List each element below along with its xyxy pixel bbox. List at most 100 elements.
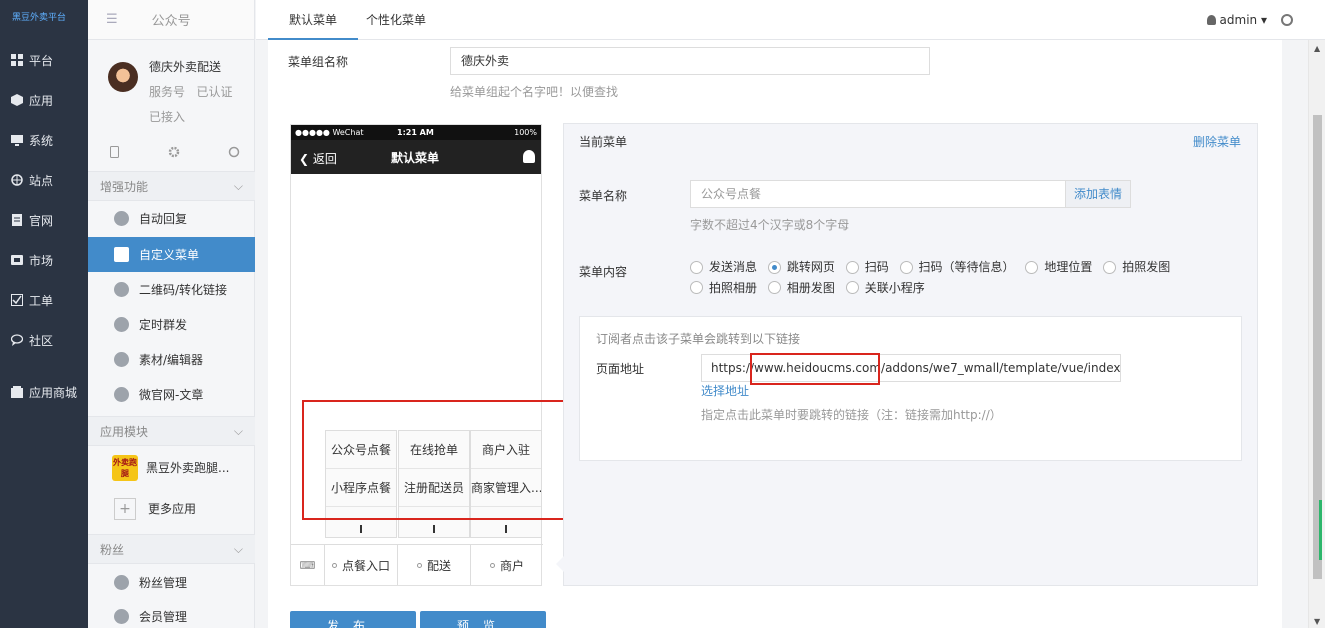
scroll-down-icon[interactable]: ▼: [1314, 617, 1320, 626]
scroll-up-icon[interactable]: ▲: [1314, 44, 1320, 53]
radio-label: 地理位置: [1044, 260, 1093, 274]
radio-label: 扫码（等待信息）: [918, 260, 1015, 274]
radio-circle: [767, 260, 781, 274]
delete-menu-link[interactable]: 删除菜单: [1193, 133, 1241, 150]
user-icon: [523, 150, 535, 163]
radio-jump-webpage[interactable]: 跳转网页: [767, 258, 835, 276]
sidebar-item-app-module[interactable]: 外卖跑腿 黑豆外卖跑腿...: [88, 450, 255, 485]
sidebar-item-label: 粉丝管理: [139, 576, 188, 590]
tab-personalized-menu[interactable]: 个性化菜单: [366, 0, 426, 40]
top-bar: 默认菜单 个性化菜单 admin ▾: [256, 0, 1325, 40]
sidebar-item-fans[interactable]: 粉丝管理: [88, 565, 255, 600]
nav-item-website[interactable]: 官网: [0, 200, 88, 240]
url-hint: 指定点击此菜单时要跳转的链接（注：链接需加http://）: [701, 408, 1002, 422]
nav-label: 站点: [29, 173, 54, 188]
section-modules[interactable]: 应用模块 ⌵: [88, 416, 255, 446]
current-menu-label: 当前菜单: [579, 135, 628, 149]
collapse-menu-icon[interactable]: ☰: [106, 12, 118, 27]
radio-scan-wait[interactable]: 扫码（等待信息）: [899, 258, 1015, 276]
edit-icon: [114, 352, 129, 367]
sidebar-item-scheduled-send[interactable]: 定时群发: [88, 307, 255, 342]
radio-circle: [1103, 260, 1117, 274]
section-fans[interactable]: 粉丝 ⌵: [88, 534, 255, 564]
nav-label: 应用商城: [29, 385, 78, 400]
menu-editor-panel: 当前菜单 删除菜单 菜单名称 公众号点餐 添加表情 字数不超过4个汉字或8个字母…: [556, 123, 1258, 586]
dot-icon: [416, 562, 422, 568]
user-icon: [1206, 15, 1216, 25]
group-name-input[interactable]: 德庆外卖: [450, 47, 930, 75]
sidebar-item-custom-menu[interactable]: 自定义菜单: [88, 237, 255, 272]
nav-item-platform[interactable]: 平台: [0, 40, 88, 80]
radio-send-message[interactable]: 发送消息: [690, 258, 757, 276]
sidebar-item-label: 自定义菜单: [139, 248, 200, 262]
check-square-icon: [11, 294, 23, 306]
radio-scan[interactable]: 扫码: [845, 258, 889, 276]
user-menu[interactable]: admin ▾: [1206, 13, 1267, 27]
keyboard-icon: ⌨: [291, 545, 325, 585]
radio-album[interactable]: 相册发图: [767, 279, 835, 297]
nav-label: 工单: [29, 293, 54, 308]
choose-link-button[interactable]: 选择地址: [701, 382, 749, 399]
nav-label: 市场: [29, 253, 54, 268]
menu-item[interactable]: 配送: [398, 545, 471, 585]
nav-item-tickets[interactable]: 工单: [0, 280, 88, 320]
section-label: 应用模块: [100, 424, 149, 439]
vertical-scrollbar[interactable]: ▲ ▼: [1308, 40, 1325, 628]
main-content: 菜单组名称 德庆外卖 给菜单组起个名字吧！以便查找 ●●●●● WeChat 1…: [268, 40, 1282, 628]
chat-icon: [10, 334, 24, 346]
publish-button[interactable]: 发布: [290, 611, 416, 628]
add-submenu-handle[interactable]: [433, 525, 435, 533]
side-indicator: [1319, 500, 1322, 560]
avatar: [108, 62, 138, 92]
heart-icon: [114, 609, 129, 624]
globe-icon: [11, 174, 23, 186]
nav-item-market[interactable]: 市场: [0, 240, 88, 280]
radio-mini-program[interactable]: 关联小程序: [845, 279, 925, 297]
account-tools: [110, 146, 240, 161]
gear-icon[interactable]: [168, 146, 180, 161]
nav-item-app-store[interactable]: 应用商城: [0, 372, 88, 412]
add-submenu-handle[interactable]: [505, 525, 507, 533]
refresh-icon[interactable]: [228, 146, 240, 161]
nav-item-system[interactable]: 系统: [0, 120, 88, 160]
nav-item-apps[interactable]: 应用: [0, 80, 88, 120]
radio-photo-album[interactable]: 拍照相册: [690, 279, 757, 297]
radio-location[interactable]: 地理位置: [1025, 258, 1092, 276]
menu-item[interactable]: 商户: [471, 545, 543, 585]
radio-circle: [845, 260, 859, 274]
add-submenu-handle[interactable]: [360, 525, 362, 533]
sidebar-item-label: 自动回复: [139, 212, 188, 226]
sidebar-item-auto-reply[interactable]: 自动回复: [88, 201, 255, 236]
menu-item-label: 点餐入口: [341, 558, 390, 573]
sidebar-item-microsite[interactable]: 微官网-文章: [88, 377, 255, 412]
section-enhance[interactable]: 增强功能 ⌵: [88, 171, 255, 201]
menu-item-label: 商户: [499, 558, 524, 573]
nav-label: 平台: [29, 53, 54, 68]
phone-title: 默认菜单: [391, 151, 440, 165]
sidebar-item-qrcode[interactable]: 二维码/转化链接: [88, 272, 255, 307]
brand-logo[interactable]: 黑豆外卖平台: [0, 0, 88, 34]
menu-item-label: 配送: [426, 558, 451, 573]
battery-text: 100%: [514, 128, 537, 137]
add-emoji-button[interactable]: 添加表情: [1065, 180, 1131, 208]
highlight-box: [750, 353, 880, 385]
nav-item-site[interactable]: 站点: [0, 160, 88, 200]
power-icon[interactable]: [1281, 14, 1293, 26]
menu-name-input[interactable]: 公众号点餐: [690, 180, 1066, 208]
sidebar-item-material[interactable]: 素材/编辑器: [88, 342, 255, 377]
radio-label: 拍照相册: [709, 280, 758, 295]
sidebar-item-members[interactable]: 会员管理: [88, 599, 255, 628]
mobile-icon[interactable]: [110, 146, 119, 161]
radio-label: 发送消息: [709, 260, 758, 274]
tab-default-menu[interactable]: 默认菜单: [268, 0, 358, 40]
nav-item-community[interactable]: 社区: [0, 320, 88, 360]
sidebar-item-more-apps[interactable]: + 更多应用: [88, 491, 255, 526]
radio-photo[interactable]: 拍照发图: [1103, 258, 1170, 276]
sub-sidebar-header: ☰ 公众号: [88, 0, 254, 40]
home-icon: [114, 387, 129, 402]
menu-item[interactable]: 点餐入口: [325, 545, 398, 585]
shop-icon: [11, 386, 23, 398]
nav-label: 官网: [29, 213, 54, 228]
preview-button[interactable]: 预览: [420, 611, 546, 628]
phone-status-bar: ●●●●● WeChat 1:21 AM 100%: [291, 125, 541, 140]
